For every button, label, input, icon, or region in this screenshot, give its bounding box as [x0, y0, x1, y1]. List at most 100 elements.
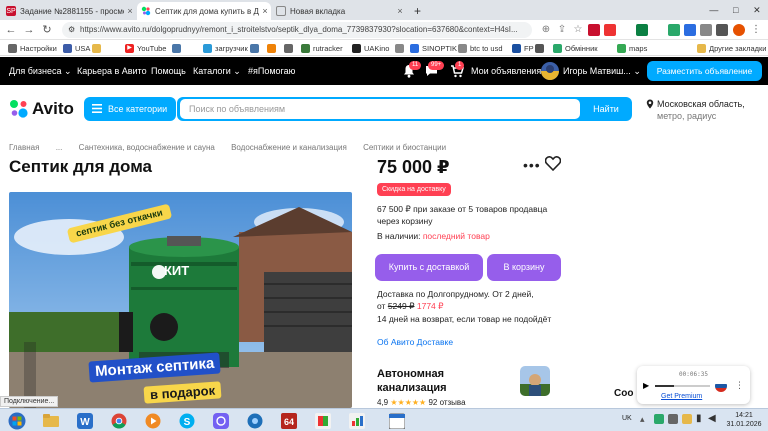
bookmark-item[interactable]: UAKino [352, 42, 389, 54]
avito-delivery-link[interactable]: Об Авито Доставке [377, 336, 453, 348]
avatar[interactable] [541, 62, 559, 80]
profile-avatar-icon[interactable] [733, 24, 745, 36]
extensions-puzzle-icon[interactable] [700, 24, 712, 36]
breadcrumb-item[interactable]: Септики и биостанции [363, 143, 446, 152]
close-icon[interactable]: × [259, 6, 271, 16]
tray-app-icon[interactable] [682, 414, 692, 424]
get-premium-link[interactable]: Get Premium [661, 393, 702, 400]
breadcrumb-item[interactable]: Сантехника, водоснабжение и сауна [79, 143, 215, 152]
close-icon[interactable]: × [394, 6, 406, 16]
app-cube-icon[interactable] [310, 411, 336, 430]
add-to-cart-button[interactable]: В корзину [487, 254, 561, 281]
extension-icon[interactable] [684, 24, 696, 36]
extension-icon[interactable] [668, 24, 680, 36]
breadcrumb-item[interactable]: ... [56, 143, 63, 152]
tray-app-icon[interactable] [654, 414, 664, 424]
more-dots-icon[interactable]: ••• [523, 157, 541, 173]
reload-icon[interactable]: ↻ [40, 23, 54, 37]
bookmark-item[interactable]: Настройки [8, 42, 57, 54]
nav-user-name[interactable]: Игорь Матвиш... ⌄ [563, 66, 641, 77]
app-chart-icon[interactable] [344, 411, 370, 430]
bookmark-item[interactable]: FP [512, 42, 534, 54]
buy-with-delivery-button[interactable]: Купить с доставкой [375, 254, 483, 281]
back-arrow-icon[interactable]: ← [4, 23, 18, 37]
minimize-icon[interactable]: — [709, 5, 718, 15]
explorer-folder-icon[interactable] [38, 411, 64, 430]
keyboard-language[interactable]: UK [622, 415, 632, 422]
bookmark-item[interactable]: SINOPTIK [410, 42, 457, 54]
extension-badge-icon[interactable]: 11 [620, 24, 632, 36]
nav-ya-pomogayu[interactable]: #яПомогаю [248, 66, 295, 76]
menu-dots-icon[interactable]: ⋮ [750, 24, 762, 36]
network-icon[interactable]: ▮ [696, 413, 702, 424]
forward-arrow-icon[interactable]: → [22, 23, 36, 37]
tray-arrow-icon[interactable]: ▴ [640, 414, 645, 425]
breadcrumb-item[interactable]: Главная [9, 143, 39, 152]
tab-task[interactable]: SP Задание №2881155 - просмотр з × [2, 2, 136, 20]
seller-name[interactable]: Автономная канализация [377, 367, 447, 395]
bookmark-item[interactable]: Другие закладки [697, 42, 766, 54]
post-ad-button[interactable]: Разместить объявление [647, 61, 762, 81]
bookmark-item[interactable]: maps [617, 42, 647, 54]
url-field[interactable]: ⚙ https://www.avito.ru/dolgoprudnyy/remo… [62, 22, 532, 38]
bookmark-item[interactable] [172, 42, 184, 54]
bookmark-item[interactable]: загрузчик [203, 42, 248, 54]
bookmark-item[interactable]: USA [63, 42, 90, 54]
bookmark-item[interactable] [395, 42, 407, 54]
extension-icon[interactable] [588, 24, 600, 36]
seller-rating[interactable]: 4,9 ★★★★★ 92 отзыва [377, 398, 466, 407]
new-tab-button[interactable]: + [410, 2, 426, 20]
extension-icon[interactable] [636, 24, 648, 36]
menu-dots-icon[interactable]: ⋮ [735, 380, 744, 391]
recorder-progress-track[interactable] [655, 385, 710, 387]
media-player-icon[interactable] [140, 411, 166, 430]
bookmark-star-icon[interactable]: ☆ [572, 24, 584, 36]
bookmark-item[interactable] [284, 42, 296, 54]
avito-logo[interactable]: Avito [9, 99, 74, 119]
bookmark-item[interactable]: Обмінник [553, 42, 598, 54]
share-icon[interactable]: ⇪ [556, 24, 568, 36]
play-icon[interactable]: ▶ [643, 381, 653, 391]
app-grid-icon[interactable] [242, 411, 268, 430]
calculator-64-icon[interactable]: 64 [276, 411, 302, 430]
bookmark-item[interactable] [92, 42, 104, 54]
site-info-icon[interactable]: ⚙ [68, 22, 75, 38]
volume-icon[interactable]: ◀ [708, 413, 716, 424]
zoom-icon[interactable]: ⊕ [540, 24, 552, 36]
nav-my-ads[interactable]: Мои объявления [471, 66, 541, 76]
tray-app-icon[interactable] [668, 414, 678, 424]
app-w-icon[interactable]: W [72, 411, 98, 430]
chrome-icon[interactable] [106, 411, 132, 430]
location-selector[interactable]: Московская область, метро, радиус [646, 98, 766, 122]
calendar-icon[interactable] [384, 411, 410, 430]
start-button[interactable] [2, 411, 32, 430]
all-categories-button[interactable]: Все категории [84, 97, 176, 121]
russia-flag-icon[interactable] [715, 380, 727, 392]
tab-new[interactable]: Новая вкладка × [272, 2, 406, 20]
close-icon[interactable]: × [124, 6, 136, 16]
bookmark-item[interactable]: rutracker [301, 42, 343, 54]
maximize-icon[interactable]: □ [733, 5, 738, 15]
close-window-icon[interactable]: ✕ [753, 5, 761, 16]
bookmark-item[interactable] [250, 42, 262, 54]
heart-icon[interactable] [544, 156, 562, 176]
bookmark-item[interactable]: ▶ YouTube [125, 42, 166, 54]
nav-catalogs[interactable]: Каталоги ⌄ [193, 66, 241, 77]
breadcrumb-item[interactable]: Водоснабжение и канализация [231, 143, 347, 152]
bookmark-item[interactable]: btc to usd [458, 42, 503, 54]
system-clock[interactable]: 14:21 31.01.2026 [726, 411, 762, 429]
bookmark-item[interactable] [267, 42, 279, 54]
sidebar-toggle-icon[interactable] [716, 24, 728, 36]
find-button[interactable]: Найти [582, 99, 630, 119]
bookmark-item[interactable] [535, 42, 547, 54]
viber-icon[interactable] [208, 411, 234, 430]
tab-avito[interactable]: Септик для дома купить в Долго × [137, 2, 271, 20]
extension-ltc-icon[interactable]: LTC [652, 24, 664, 36]
nav-career[interactable]: Карьера в Авито [77, 66, 147, 76]
seller-avatar[interactable] [520, 366, 550, 396]
nav-business[interactable]: Для бизнеса ⌄ [9, 66, 72, 77]
product-photo[interactable]: септик без откачки КИТ Монтаж септика в … [9, 192, 352, 408]
extension-icon[interactable] [604, 24, 616, 36]
nav-help[interactable]: Помощь [151, 66, 186, 76]
search-input[interactable] [180, 99, 580, 119]
